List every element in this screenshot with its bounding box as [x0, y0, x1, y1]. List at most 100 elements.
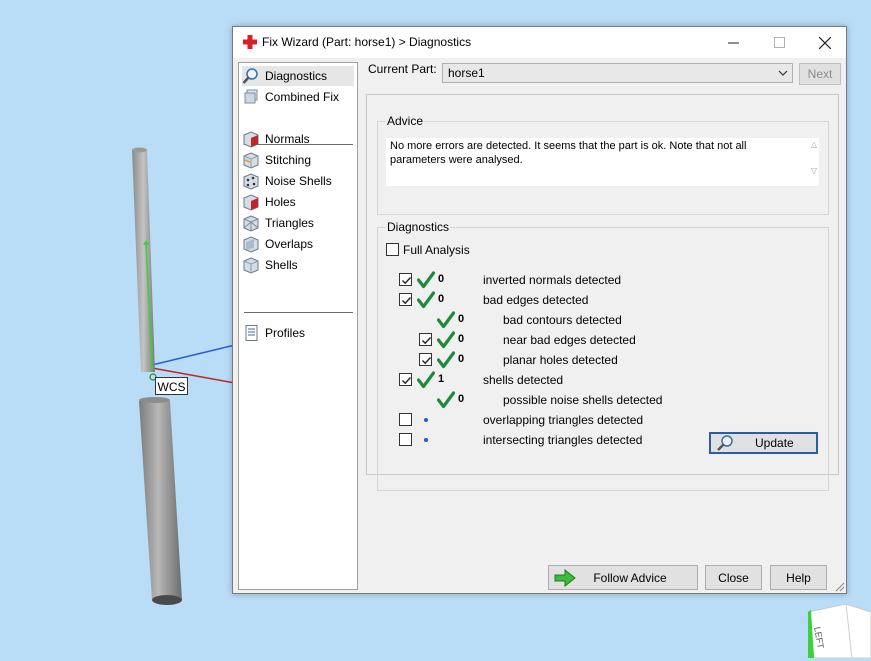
sidebar-item-shells[interactable]: Shells	[242, 255, 298, 275]
overlaps-cube-icon	[243, 236, 259, 253]
profiles-document-icon	[245, 325, 258, 341]
scroll-up-icon[interactable]: △	[811, 140, 817, 150]
sidebar-item-label: Overlaps	[265, 237, 314, 251]
scroll-down-icon[interactable]: ▽	[811, 166, 817, 176]
close-button[interactable]: Close	[705, 565, 762, 590]
current-part-dropdown[interactable]: horse1	[442, 63, 793, 83]
blue-axis-line	[151, 344, 236, 366]
close-icon	[819, 36, 831, 49]
sidebar-separator	[244, 312, 353, 313]
noise-shells-icon	[243, 173, 259, 190]
diagnostic-label: overlapping triangles detected	[483, 413, 644, 427]
sidebar-item-overlaps[interactable]: Overlaps	[242, 234, 313, 254]
thin-rod	[132, 150, 155, 372]
thick-rod-bottom	[152, 595, 182, 605]
advice-text: No more errors are detected. It seems th…	[390, 140, 747, 166]
checkmark-icon	[402, 297, 412, 305]
triangles-cube-icon	[243, 215, 259, 232]
diagnostic-checkbox[interactable]	[399, 413, 412, 426]
magnifier-icon	[242, 68, 258, 84]
advice-textbox[interactable]: No more errors are detected. It seems th…	[386, 138, 819, 186]
maximize-button[interactable]	[756, 27, 802, 58]
diagnostic-count: 0	[438, 293, 445, 305]
next-button[interactable]: Next	[799, 63, 841, 85]
diagnostic-checkbox[interactable]	[419, 353, 432, 366]
update-label: Update	[755, 436, 794, 450]
advice-title: Advice	[386, 114, 425, 128]
diagnostic-row: 0 planar holes detected	[378, 350, 818, 370]
diagnostic-count: 0	[458, 333, 465, 345]
diagnostic-row: 1 shells detected	[378, 370, 818, 390]
diagnostic-label: bad edges detected	[483, 293, 589, 307]
fix-wizard-window: Fix Wizard (Part: horse1) > Diagnostics …	[232, 26, 847, 594]
sidebar-item-label: Shells	[265, 258, 298, 272]
status-ok-check-icon	[436, 331, 456, 349]
checkmark-icon	[402, 277, 412, 285]
update-button[interactable]: Update	[709, 432, 818, 454]
advice-group: Advice No more errors are detected. It s…	[377, 114, 829, 215]
diagnostic-checkbox[interactable]	[399, 293, 412, 306]
red-cross-app-icon	[243, 35, 257, 49]
sidebar-item-profiles[interactable]: Profiles	[242, 323, 305, 343]
sidebar-item-label: Noise Shells	[265, 174, 332, 188]
status-ok-check-icon	[436, 351, 456, 369]
diagnostic-label: intersecting triangles detected	[483, 433, 643, 447]
sidebar-item-noise-shells[interactable]: Noise Shells	[242, 171, 332, 191]
sidebar-item-diagnostics[interactable]: Diagnostics	[242, 66, 354, 86]
checkmark-icon	[422, 337, 432, 345]
shells-cube-icon	[243, 257, 259, 274]
diagnostic-label: planar holes detected	[503, 353, 618, 367]
help-button[interactable]: Help	[770, 565, 827, 590]
full-analysis-row[interactable]: Full Analysis	[386, 240, 586, 260]
follow-advice-button[interactable]: Follow Advice	[548, 565, 698, 590]
sidebar-item-label: Stitching	[265, 153, 312, 167]
holes-cube-icon	[243, 194, 259, 211]
sidebar-item-combined-fix[interactable]: Combined Fix	[242, 87, 339, 107]
diagnostic-row: 0 inverted normals detected	[378, 270, 818, 290]
sidebar-item-normals[interactable]: Normals	[242, 129, 310, 149]
diagnostic-count: 0	[458, 393, 465, 405]
status-ok-check-icon	[416, 291, 436, 309]
diagnostic-row: 0 possible noise shells detected	[378, 390, 818, 410]
sidebar-item-label: Profiles	[265, 326, 306, 340]
thin-rod-cap	[132, 147, 147, 153]
advice-scrollbar[interactable]: △ ▽	[811, 140, 817, 176]
diagnostic-label: near bad edges detected	[503, 333, 636, 347]
diagnostics-main-panel: Advice No more errors are detected. It s…	[366, 94, 839, 491]
minimize-icon	[727, 42, 739, 44]
diagnostic-row: 0 near bad edges detected	[378, 330, 818, 350]
stack-icon	[244, 89, 258, 104]
green-arrow-icon	[554, 569, 576, 587]
status-ok-check-icon	[436, 311, 456, 329]
diagnostic-count: 0	[438, 273, 445, 285]
diagnostic-count: 0	[458, 353, 465, 365]
sidebar-item-holes[interactable]: Holes	[242, 192, 296, 212]
full-analysis-checkbox[interactable]	[386, 243, 399, 256]
minimize-button[interactable]	[710, 27, 756, 58]
sidebar-item-label: Normals	[265, 132, 310, 146]
diagnostic-checkbox[interactable]	[399, 373, 412, 386]
diagnostic-checkbox[interactable]	[419, 333, 432, 346]
thick-rod	[139, 401, 182, 600]
sidebar-item-label: Holes	[265, 195, 296, 209]
diagnostic-label: bad contours detected	[503, 313, 622, 327]
thick-rod-top	[139, 397, 170, 403]
checkmark-icon	[422, 357, 432, 365]
resize-grip-icon[interactable]	[835, 582, 845, 592]
normals-cube-icon	[243, 131, 259, 148]
diagnostic-label: inverted normals detected	[483, 273, 622, 287]
status-pending-dot-icon	[424, 438, 428, 442]
diagnostic-count: 1	[438, 373, 445, 385]
diagnostics-title: Diagnostics	[386, 220, 451, 234]
sidebar-item-stitching[interactable]: Stitching	[242, 150, 311, 170]
close-window-button[interactable]	[802, 27, 848, 58]
sidebar-item-label: Combined Fix	[265, 90, 340, 104]
sidebar-item-triangles[interactable]: Triangles	[242, 213, 314, 233]
diagnostic-row: 0 bad contours detected	[378, 310, 818, 330]
diagnostic-checkbox[interactable]	[399, 273, 412, 286]
diagnostic-label: shells detected	[483, 373, 564, 387]
sidebar-item-label: Diagnostics	[265, 69, 328, 83]
title-bar[interactable]: Fix Wizard (Part: horse1) > Diagnostics	[233, 27, 846, 58]
diagnostic-checkbox[interactable]	[399, 433, 412, 446]
current-part-label: Current Part:	[368, 62, 437, 76]
